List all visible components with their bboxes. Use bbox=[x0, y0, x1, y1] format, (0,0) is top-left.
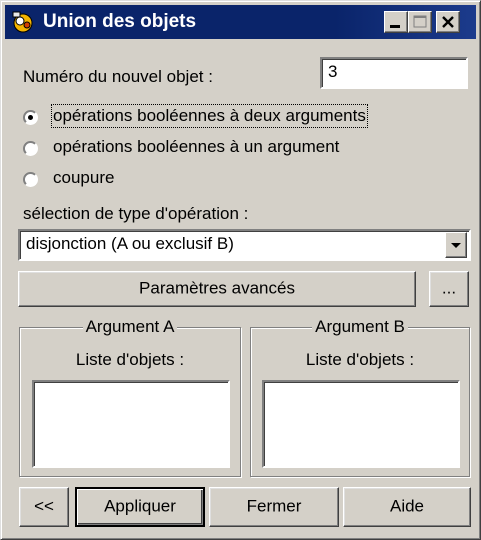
radio-two-arguments-label[interactable]: opérations booléennes à deux arguments bbox=[51, 104, 368, 128]
close-dialog-label: Fermer bbox=[246, 496, 302, 516]
argument-a-title: Argument A bbox=[82, 317, 178, 336]
window-title: Union des objets bbox=[43, 11, 197, 32]
apply-label: Appliquer bbox=[104, 496, 176, 516]
radio-cut-label[interactable]: coupure bbox=[53, 168, 114, 188]
app-icon bbox=[12, 11, 33, 33]
argument-b-group: Argument B Liste d'objets : bbox=[250, 317, 470, 477]
object-number-field[interactable]: 3 bbox=[320, 57, 468, 89]
more-options-label: ... bbox=[441, 278, 457, 298]
radio-cut[interactable] bbox=[23, 172, 38, 187]
argument-a-list-label: Liste d'objets : bbox=[75, 350, 185, 369]
argument-b-list-label: Liste d'objets : bbox=[305, 350, 415, 369]
minimize-icon bbox=[390, 25, 400, 28]
object-number-value: 3 bbox=[328, 62, 338, 81]
radio-one-argument[interactable] bbox=[23, 141, 38, 156]
maximize-button[interactable] bbox=[408, 11, 432, 33]
title-bar[interactable]: Union des objets bbox=[5, 5, 476, 39]
radio-selected-dot bbox=[28, 115, 33, 120]
operation-type-select[interactable]: disjonction (A ou exclusif B) bbox=[18, 229, 471, 261]
operation-type-value: disjonction (A ou exclusif B) bbox=[26, 234, 234, 253]
object-number-label: Numéro du nouvel objet : bbox=[23, 67, 213, 86]
argument-a-group: Argument A Liste d'objets : bbox=[19, 317, 241, 477]
close-dialog-button[interactable]: Fermer bbox=[209, 487, 339, 527]
apply-button[interactable]: Appliquer bbox=[75, 487, 205, 527]
back-button[interactable]: << bbox=[19, 487, 69, 527]
dialog-window: Union des objets Numéro du nouvel objet … bbox=[0, 0, 481, 540]
back-label: << bbox=[34, 496, 54, 516]
radio-one-argument-label[interactable]: opérations booléennes à un argument bbox=[53, 137, 339, 157]
dropdown-button[interactable] bbox=[445, 232, 467, 258]
help-button[interactable]: Aide bbox=[343, 487, 471, 527]
argument-b-object-list[interactable] bbox=[262, 380, 460, 468]
advanced-parameters-label: Paramètres avancés bbox=[139, 278, 295, 298]
radio-two-arguments[interactable] bbox=[23, 110, 38, 125]
operation-type-label: sélection de type d'opération : bbox=[23, 204, 249, 223]
argument-a-object-list[interactable] bbox=[32, 380, 230, 468]
close-button[interactable] bbox=[436, 11, 460, 33]
minimize-button[interactable] bbox=[384, 11, 408, 33]
argument-b-title: Argument B bbox=[312, 317, 408, 336]
close-icon bbox=[442, 16, 454, 28]
maximize-icon bbox=[413, 15, 427, 28]
advanced-parameters-button[interactable]: Paramètres avancés bbox=[18, 271, 416, 307]
chevron-down-icon bbox=[451, 243, 461, 248]
help-label: Aide bbox=[389, 496, 425, 516]
more-options-button[interactable]: ... bbox=[429, 271, 469, 307]
